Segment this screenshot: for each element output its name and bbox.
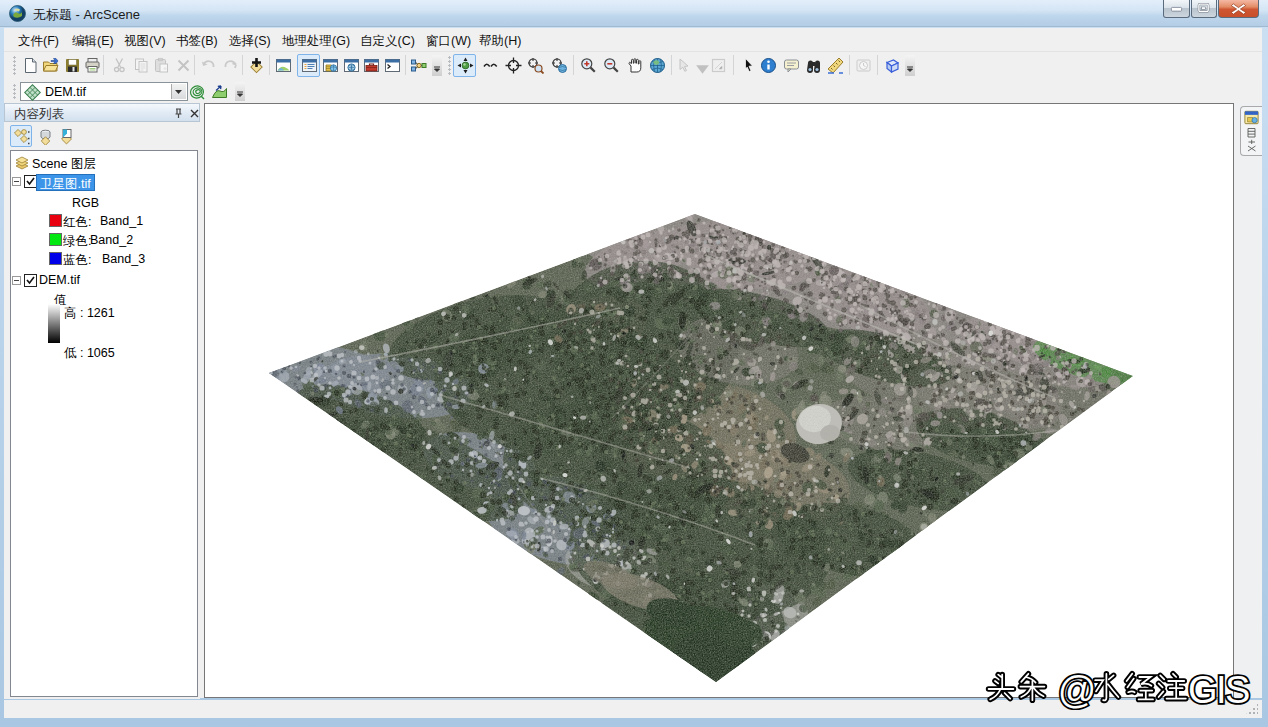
svg-text:GIS: GIS [1188,669,1249,710]
svg-text:@: @ [1058,669,1097,710]
